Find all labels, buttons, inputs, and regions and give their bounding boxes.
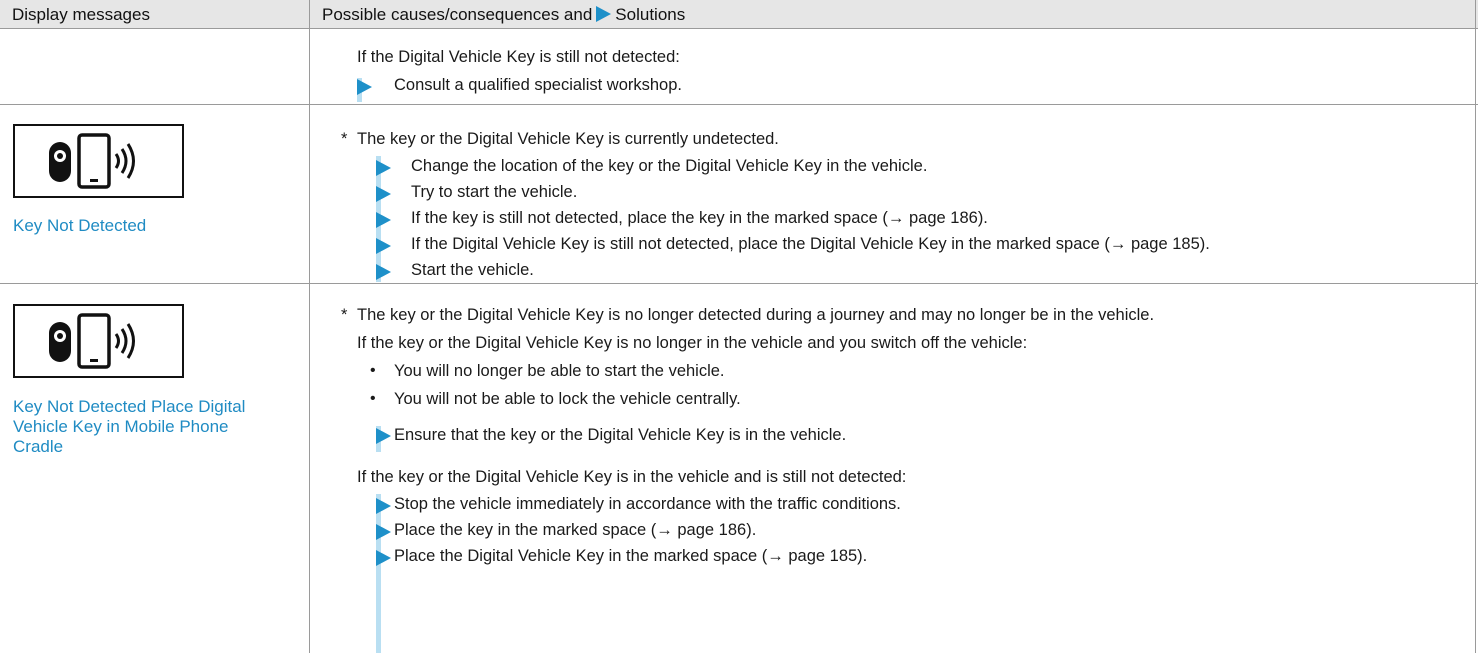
display-message-key-not-detected: Key Not Detected [13,216,147,235]
key-phone-signal-icon [13,124,184,198]
asterisk-marker: * [341,130,348,148]
header-display-messages: Display messages [12,5,150,24]
row-divider [0,283,1478,284]
consequence-item: You will no longer be able to start the … [394,362,725,380]
solution-step: Try to start the vehicle. [411,183,578,201]
arrow-right-icon [376,264,391,280]
arrow-right-icon [376,550,391,566]
solution-step: Place the Digital Vehicle Key in the mar… [394,547,868,565]
condition-text: If the Digital Vehicle Key is still not … [357,48,680,66]
solution-step: Stop the vehicle immediately in accordan… [394,495,901,513]
header-solutions-label: Solutions [615,5,686,24]
asterisk-marker: * [341,306,348,324]
solution-step: Change the location of the key or the Di… [411,157,928,175]
arrow-right-icon [376,212,391,228]
steps-highlight [376,494,381,653]
arrow-right-icon [376,160,391,176]
solution-step: Ensure that the key or the Digital Vehic… [394,426,847,444]
arrow-right-icon [596,6,612,22]
arrow-right-icon [376,524,391,540]
condition-text: If the key or the Digital Vehicle Key is… [357,334,1028,352]
consequence-item: You will not be able to lock the vehicle… [394,390,741,408]
arrow-right-icon [376,186,391,202]
arrow-right-icon [376,428,391,444]
header-causes-solutions: Possible causes/consequences and Solution… [322,0,685,28]
header-divider [309,0,310,28]
solution-step: Start the vehicle. [411,261,534,279]
display-message-place-in-cradle: Key Not Detected Place Digital Vehicle K… [13,397,246,456]
display-messages-table: Display messages Possible causes/consequ… [0,0,1478,653]
key-phone-signal-icon-graphic [49,133,135,189]
solution-step: Place the key in the marked space (→ pag… [394,521,757,539]
header-causes-label: Possible causes/consequences and [322,5,593,24]
row-divider [0,104,1478,105]
bullet-dot: • [370,362,376,379]
column-divider [309,28,310,653]
arrow-right-icon [376,498,391,514]
condition-text: If the key or the Digital Vehicle Key is… [357,468,907,486]
arrow-right-icon [357,79,372,95]
table-right-border [1475,0,1476,653]
cause-text: The key or the Digital Vehicle Key is no… [357,306,1155,324]
cause-text: The key or the Digital Vehicle Key is cu… [357,130,779,148]
solution-step: If the key is still not detected, place … [411,209,988,227]
solution-step: Consult a qualified specialist workshop. [394,76,682,94]
key-phone-signal-icon-graphic [49,313,135,369]
key-phone-signal-icon [13,304,184,378]
solution-step: If the Digital Vehicle Key is still not … [411,235,1210,253]
bullet-dot: • [370,390,376,407]
table-header: Display messages Possible causes/consequ… [0,0,1478,29]
arrow-right-icon [376,238,391,254]
